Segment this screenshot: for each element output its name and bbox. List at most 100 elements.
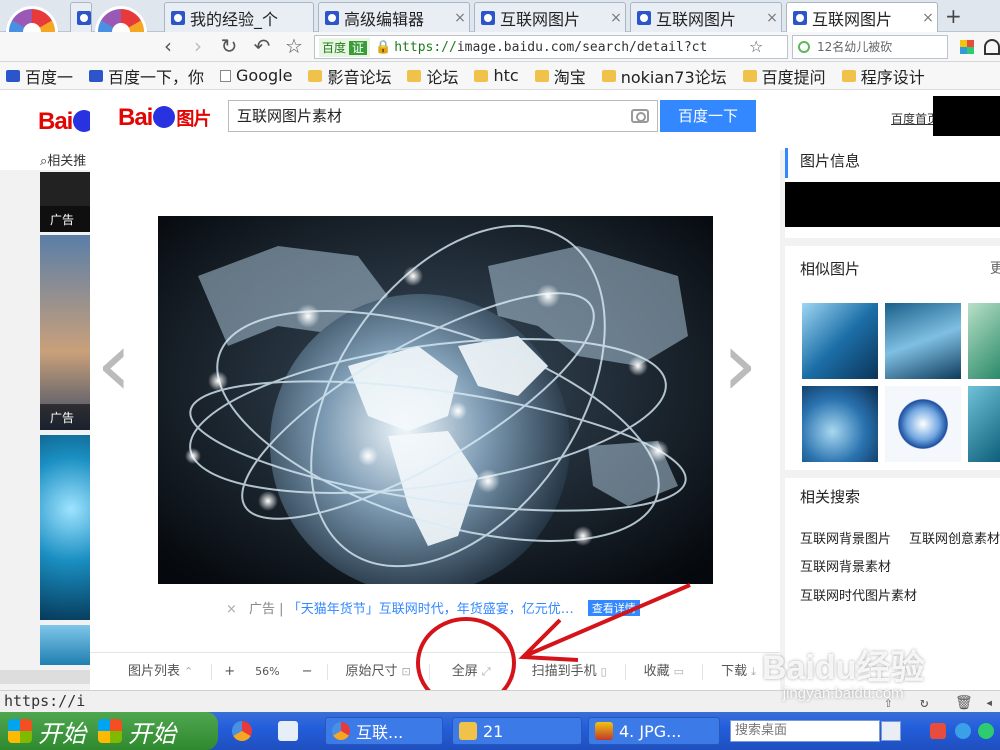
similar-image-thumbnail[interactable]	[885, 386, 961, 462]
redacted-block	[933, 96, 1000, 136]
folder-icon	[308, 69, 323, 82]
browser-tab-bar: 我的经验_个 高级编辑器 × 互联网图片 × 互联网图片 × 互联网图片 × +	[0, 0, 1000, 55]
close-icon[interactable]: ×	[763, 10, 781, 26]
close-icon[interactable]: ×	[607, 10, 625, 26]
bookmark-item[interactable]: Google	[214, 66, 292, 85]
related-search-link[interactable]: 互联网时代图片素材	[800, 585, 917, 604]
refresh-button[interactable]: ↻	[217, 35, 241, 59]
scan-to-phone-button[interactable]: 扫描到手机 ▯	[514, 663, 626, 680]
result-thumbnail[interactable]: 广告	[40, 172, 92, 232]
related-search-link[interactable]: 互联网背景素材	[800, 556, 891, 575]
close-ad-icon[interactable]: ×	[226, 602, 237, 617]
camera-icon[interactable]	[631, 109, 649, 123]
ad-text[interactable]: 「天猫年货节」互联网时代，年货盛宴，亿元优…	[288, 602, 574, 617]
similar-image-thumbnail[interactable]	[885, 303, 961, 379]
trash-icon[interactable]: 🗑	[955, 693, 973, 713]
bookmark-item[interactable]: 百度一	[0, 64, 73, 88]
ad-banner[interactable]: × 广告 | 「天猫年货节」互联网时代，年货盛宴，亿元优… 查看详情	[226, 598, 640, 617]
folder-icon: ▭	[673, 664, 685, 678]
baidu-paw-icon	[89, 69, 104, 82]
main-image[interactable]	[158, 216, 713, 584]
horizontal-scrollbar[interactable]	[0, 670, 90, 684]
baidu-paw-icon	[171, 10, 185, 25]
tab-1[interactable]: 我的经验_个	[164, 2, 314, 32]
related-label[interactable]: ⌕相关推	[40, 150, 86, 169]
tray-icon[interactable]	[978, 723, 994, 739]
tab-active[interactable]: 互联网图片 ×	[786, 2, 938, 33]
desktop-search-input[interactable]: 搜索桌面	[730, 720, 880, 742]
favorite-star-icon[interactable]: ☆	[282, 35, 306, 59]
related-search-link[interactable]: 互联网背景图片	[800, 528, 891, 547]
bookmark-item[interactable]: 程序设计	[836, 64, 925, 88]
tab-partial[interactable]	[70, 2, 92, 32]
similar-image-thumbnail[interactable]	[968, 386, 1000, 462]
search-icon[interactable]	[881, 721, 901, 741]
folder-icon	[601, 69, 616, 82]
url-text: image.baidu.com/search/detail?ct	[456, 39, 708, 55]
baidu-logo[interactable]: Bai	[38, 108, 96, 136]
zoom-out-button[interactable]: −	[288, 663, 328, 680]
similar-image-thumbnail[interactable]	[802, 386, 878, 462]
zoom-in-button[interactable]: +	[212, 664, 247, 680]
browser-icon	[332, 722, 350, 740]
bookmark-item[interactable]: 百度一下，你	[83, 64, 204, 88]
baidu-image-logo[interactable]: Bai 图片	[118, 104, 211, 132]
baidu-paw-icon	[481, 10, 495, 25]
baidu-home-link[interactable]: 百度首页	[891, 110, 939, 127]
browser-quicklaunch-icon[interactable]	[232, 721, 252, 741]
tray-icon[interactable]	[930, 723, 946, 739]
taskbar-item-image[interactable]: 4. JPG...	[588, 717, 720, 745]
tab-4[interactable]: 互联网图片 ×	[630, 2, 782, 32]
bookmark-item[interactable]: 百度提问	[737, 64, 826, 88]
undo-button[interactable]: ↶	[250, 35, 274, 59]
bookmark-item[interactable]: 影音论坛	[302, 64, 391, 88]
user-icon[interactable]	[984, 39, 1000, 55]
folder-icon	[474, 69, 489, 82]
related-search-link[interactable]: 互联网创意素材	[909, 528, 1000, 547]
result-thumbnail[interactable]: 广告	[40, 235, 92, 430]
volume-icon[interactable]: ◂	[985, 693, 993, 713]
new-tab-button[interactable]: +	[945, 4, 962, 28]
bookmark-item[interactable]: nokian73论坛	[596, 64, 727, 88]
tab-3[interactable]: 互联网图片 ×	[474, 2, 626, 32]
taskbar-item-browser[interactable]: 互联...	[325, 717, 443, 745]
result-thumbnail[interactable]	[40, 435, 92, 620]
result-thumbnail[interactable]	[40, 625, 92, 665]
apps-grid-icon[interactable]	[960, 40, 974, 54]
browser-search-input[interactable]: 12名幼儿被砍	[792, 35, 948, 59]
close-icon[interactable]: ×	[451, 10, 469, 26]
similar-image-thumbnail[interactable]	[802, 303, 878, 379]
image-list-button[interactable]: 图片列表 ⌃	[90, 663, 213, 680]
forward-button[interactable]: ›	[186, 35, 210, 59]
start-button[interactable]: 开始	[90, 712, 218, 750]
back-button[interactable]: ‹	[156, 35, 180, 59]
favorite-star-icon[interactable]: ☆	[749, 37, 763, 56]
ad-details-button[interactable]: 查看详情	[587, 600, 640, 616]
site-verified-badge[interactable]: 百度证	[319, 37, 371, 57]
image-toolbar: 图片列表 ⌃ + 56% − 原始尺寸 ⊡ 全屏 ⤢ 扫描到手机 ▯ 收藏 ▭ 下载 ⤓	[90, 652, 780, 690]
fullscreen-button[interactable]: 全屏 ⤢	[430, 663, 514, 680]
collect-button[interactable]: 收藏 ▭	[626, 663, 704, 680]
search-engine-icon	[798, 41, 810, 53]
original-size-button[interactable]: 原始尺寸 ⊡	[328, 663, 430, 680]
next-image-button[interactable]: ›	[722, 320, 758, 410]
tab-2[interactable]: 高级编辑器 ×	[318, 2, 470, 32]
windows-taskbar: 开始 开始 互联... 21 4. JPG... 搜索桌面	[0, 712, 1000, 750]
baidu-jingyan-watermark: Baidu经验 jingyan.baidu.com	[762, 649, 925, 702]
bookmark-item[interactable]: htc	[468, 66, 519, 85]
tray-icon[interactable]	[955, 723, 971, 739]
bookmark-item[interactable]: 论坛	[401, 64, 458, 88]
expand-icon: ⤢	[481, 664, 491, 678]
search-button[interactable]: 百度一下	[660, 100, 756, 132]
image-search-input[interactable]: 互联网图片素材	[228, 100, 658, 132]
taskbar-item-folder[interactable]: 21	[452, 717, 582, 745]
close-icon[interactable]: ×	[919, 10, 937, 26]
ad-badge: 广告	[40, 206, 92, 232]
bookmark-item[interactable]: 淘宝	[529, 64, 586, 88]
address-bar[interactable]: 百度证 🔒 https://image.baidu.com/search/det…	[314, 35, 788, 59]
quicklaunch-icon[interactable]	[278, 721, 298, 741]
download-icon: ⤓	[751, 664, 756, 678]
similar-image-thumbnail[interactable]	[968, 303, 1000, 379]
more-link[interactable]: 更	[990, 258, 1000, 278]
previous-image-button[interactable]: ‹	[96, 320, 132, 410]
